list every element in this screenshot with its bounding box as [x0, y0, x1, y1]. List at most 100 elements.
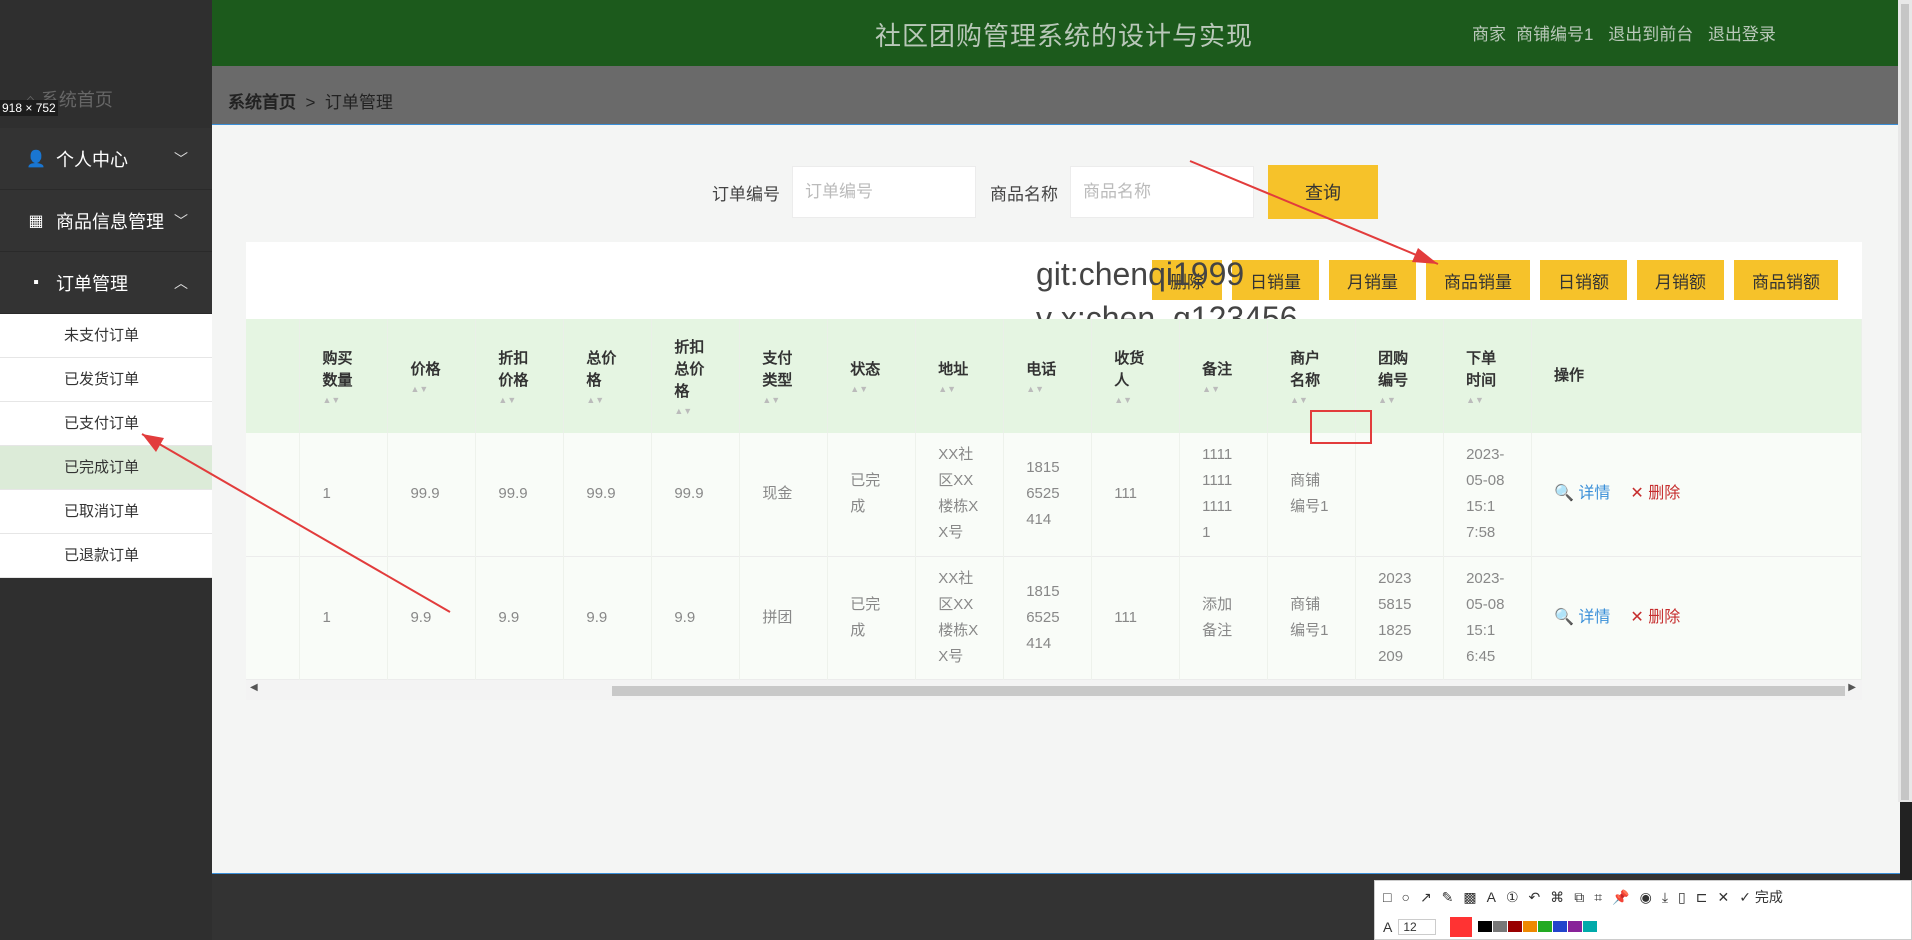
- pen-tool-icon[interactable]: ✎: [1442, 889, 1454, 906]
- scroll-left-icon[interactable]: ◀: [250, 682, 258, 693]
- submenu-shipped[interactable]: 已发货订单: [0, 358, 212, 402]
- record-icon[interactable]: ◉: [1640, 889, 1652, 906]
- scroll-right-icon[interactable]: ▶: [1848, 682, 1856, 693]
- sort-icon[interactable]: ▲▼: [1466, 395, 1531, 405]
- sort-icon[interactable]: ▲▼: [586, 395, 651, 405]
- orders-submenu: 未支付订单 已发货订单 已支付订单 已完成订单 已取消订单 已退款订单: [0, 314, 212, 578]
- vertical-scrollbar[interactable]: [1898, 0, 1912, 802]
- to-front-link[interactable]: 退出到前台: [1608, 25, 1693, 44]
- submenu-unpaid[interactable]: 未支付订单: [0, 314, 212, 358]
- sort-icon[interactable]: ▲▼: [498, 395, 563, 405]
- watermark-line: git:chenqi1999: [1036, 256, 1245, 292]
- sort-icon[interactable]: ▲▼: [938, 384, 1003, 394]
- col-header-price[interactable]: 价格 ▲▼: [387, 319, 477, 433]
- crop-icon[interactable]: ⌗: [1594, 889, 1602, 906]
- cell-address: XX社 区XX 楼栋X X号: [915, 556, 1005, 679]
- header-text: 备注: [1202, 360, 1233, 378]
- cell-receiver: 111: [1091, 433, 1181, 556]
- cell-line: 备注: [1202, 621, 1233, 639]
- current-color-swatch[interactable]: [1449, 917, 1472, 937]
- done-button[interactable]: ✓ 完成: [1739, 887, 1793, 907]
- download-icon[interactable]: ⤓: [1662, 889, 1668, 906]
- rect-tool-icon[interactable]: □: [1383, 889, 1391, 905]
- sort-icon[interactable]: ▲▼: [674, 406, 739, 416]
- sort-icon[interactable]: ▲▼: [1290, 395, 1355, 405]
- copy-icon[interactable]: ⧉: [1574, 889, 1584, 906]
- cell-pay-type: 现金: [739, 433, 829, 556]
- cell-discount-price: 9.9: [475, 556, 565, 679]
- arrow-tool-icon[interactable]: ↗: [1420, 889, 1432, 906]
- col-header-note[interactable]: 备注 ▲▼: [1179, 319, 1269, 433]
- logout-link[interactable]: 退出登录: [1708, 25, 1776, 44]
- sidebar-item-products[interactable]: ▦ 商品信息管理 ﹀: [0, 190, 212, 252]
- query-button[interactable]: 查询: [1268, 165, 1378, 219]
- detail-button[interactable]: 🔍 详情: [1554, 609, 1610, 626]
- sort-icon[interactable]: ▲▼: [762, 395, 827, 405]
- number-tool-icon[interactable]: ①: [1506, 889, 1519, 906]
- cell-discount-total: 99.9: [651, 433, 741, 556]
- order-no-input[interactable]: [792, 166, 976, 218]
- cell-line: 2023-: [1466, 446, 1505, 464]
- sort-icon[interactable]: ▲▼: [850, 384, 915, 394]
- sidebar-item-orders[interactable]: ▪ 订单管理 ︿: [0, 252, 212, 314]
- col-header-qty[interactable]: 购买 数量 ▲▼: [299, 319, 389, 433]
- sort-icon[interactable]: ▲▼: [1378, 395, 1443, 405]
- sort-icon[interactable]: ▲▼: [1114, 395, 1179, 405]
- submenu-cancelled[interactable]: 已取消订单: [0, 490, 212, 534]
- dimension-label: 918 × 752: [0, 100, 58, 116]
- cell-line: 商铺: [1290, 472, 1321, 490]
- submenu-refunded[interactable]: 已退款订单: [0, 534, 212, 578]
- col-header-time[interactable]: 下单 时间 ▲▼: [1443, 319, 1533, 433]
- monthly-revenue-button[interactable]: 月销额: [1637, 260, 1724, 300]
- close-icon: ✕: [1630, 608, 1644, 626]
- product-name-input[interactable]: [1070, 166, 1254, 218]
- delete-row-button[interactable]: ✕ 删除: [1630, 609, 1680, 626]
- col-header-total[interactable]: 总价格 ▲▼: [563, 319, 653, 433]
- horizontal-scrollbar[interactable]: ◀ ▶: [246, 680, 1862, 700]
- breadcrumb-home[interactable]: 系统首页: [228, 93, 296, 112]
- cell-line: 6525: [1026, 608, 1060, 626]
- close-icon[interactable]: ✕: [1717, 889, 1729, 906]
- font-size-select[interactable]: 12: [1398, 919, 1436, 935]
- cell-line: 2023: [1378, 569, 1412, 587]
- delete-row-button[interactable]: ✕ 删除: [1630, 485, 1680, 502]
- product-sales-button[interactable]: 商品销量: [1426, 260, 1530, 300]
- col-header-status[interactable]: 状态 ▲▼: [827, 319, 917, 433]
- sidebar-item-personal[interactable]: 👤 个人中心 ﹀: [0, 128, 212, 190]
- pin-icon[interactable]: 📌: [1612, 889, 1629, 906]
- detail-button[interactable]: 🔍 详情: [1554, 485, 1610, 502]
- col-header-address[interactable]: 地址 ▲▼: [915, 319, 1005, 433]
- scroll-thumb[interactable]: [612, 686, 1845, 696]
- col-header-discount-price[interactable]: 折扣 价格 ▲▼: [475, 319, 565, 433]
- col-header-pay-type[interactable]: 支付 类型 ▲▼: [739, 319, 829, 433]
- sort-icon[interactable]: ▲▼: [1026, 384, 1091, 394]
- cell-line: 05-08: [1466, 472, 1505, 490]
- user-area: 商家 商铺编号1 退出到前台 退出登录: [1472, 20, 1786, 45]
- cell-line: 6:45: [1466, 647, 1496, 665]
- delete-label: 删除: [1648, 485, 1681, 503]
- header-text: 折扣: [498, 349, 529, 367]
- sort-icon[interactable]: ▲▼: [410, 384, 475, 394]
- col-header-phone[interactable]: 电话 ▲▼: [1003, 319, 1093, 433]
- monthly-sales-button[interactable]: 月销量: [1329, 260, 1416, 300]
- product-revenue-button[interactable]: 商品销额: [1734, 260, 1838, 300]
- vertical-scroll-thumb[interactable]: [1901, 4, 1909, 800]
- save-icon[interactable]: ▯: [1678, 889, 1686, 906]
- mosaic-tool-icon[interactable]: ▩: [1463, 889, 1476, 906]
- undo-icon[interactable]: ↶: [1529, 889, 1541, 906]
- daily-revenue-button[interactable]: 日销额: [1540, 260, 1627, 300]
- col-header-receiver[interactable]: 收货人 ▲▼: [1091, 319, 1181, 433]
- color-palette[interactable]: [1477, 919, 1598, 935]
- sort-icon[interactable]: ▲▼: [1202, 384, 1267, 394]
- ocr-icon[interactable]: ⌘: [1550, 889, 1564, 906]
- sort-icon[interactable]: ▲▼: [322, 395, 387, 405]
- submenu-completed[interactable]: 已完成订单: [0, 446, 212, 490]
- font-icon: A: [1383, 919, 1393, 935]
- ellipse-tool-icon[interactable]: ○: [1401, 889, 1409, 905]
- bookmark-icon[interactable]: ⊏: [1696, 889, 1708, 906]
- col-header-discount-total[interactable]: 折扣 总价格 ▲▼: [651, 319, 741, 433]
- user-role: 商家: [1472, 25, 1506, 44]
- text-tool-icon[interactable]: A: [1487, 889, 1496, 905]
- cell-status: 已完成: [827, 433, 917, 556]
- submenu-paid[interactable]: 已支付订单: [0, 402, 212, 446]
